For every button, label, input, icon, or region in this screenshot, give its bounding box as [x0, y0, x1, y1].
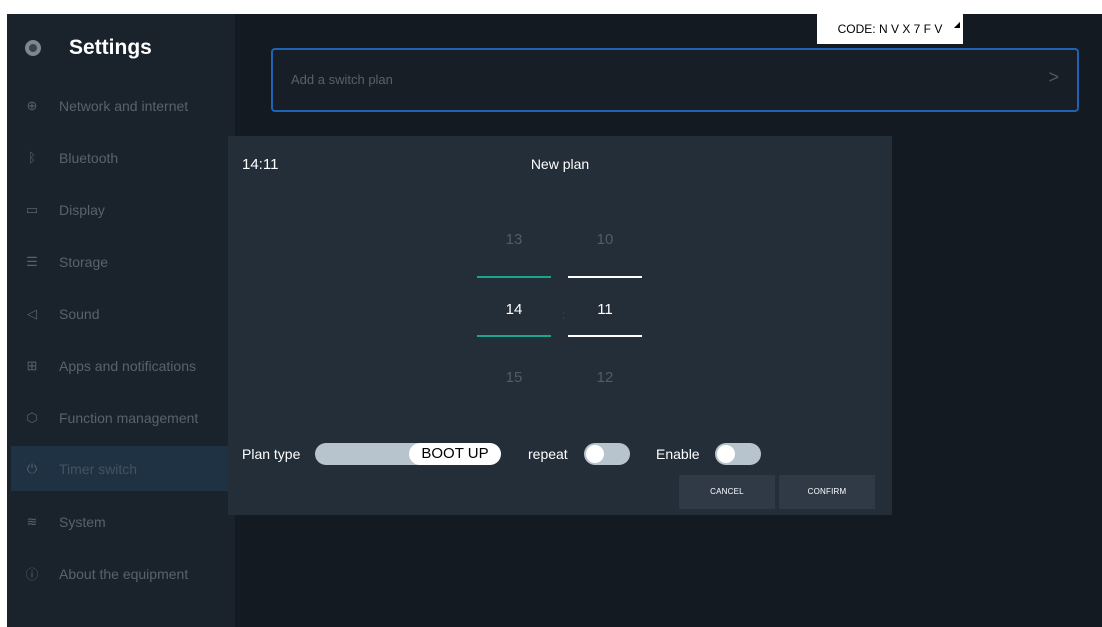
- new-plan-dialog: 14:11 New plan 13 14 15 : 10 11 12 Plan …: [228, 136, 892, 515]
- storage-icon: ☰: [26, 253, 38, 269]
- sidebar-item-network[interactable]: ⊕ Network and internet: [11, 83, 231, 128]
- apps-grid-icon: ⊞: [26, 357, 38, 373]
- code-tag: CODE: N V X 7 F V ◢: [817, 14, 963, 44]
- hour-prev[interactable]: 13: [477, 231, 551, 248]
- sidebar-item-label: Function management: [59, 409, 199, 426]
- speaker-icon: ◁: [27, 305, 37, 321]
- minute-top-divider: [568, 276, 642, 278]
- sidebar-item-label: Bluetooth: [59, 149, 119, 166]
- settings-screen: Settings ⊕ Network and internet ᛒ Blueto…: [7, 14, 1102, 627]
- sidebar-item-system[interactable]: ≋ System: [11, 499, 231, 544]
- monitor-icon: ▭: [25, 201, 39, 217]
- dialog-title: New plan: [530, 156, 590, 172]
- enable-toggle[interactable]: [715, 443, 761, 465]
- plan-type-label: Plan type: [242, 446, 301, 462]
- confirm-button[interactable]: CONFIRM: [779, 475, 875, 509]
- corner-triangle-icon: ◢: [953, 20, 960, 29]
- cube-icon: ⬡: [26, 409, 38, 425]
- enable-toggle-knob: [717, 445, 735, 463]
- sidebar-item-storage[interactable]: ☰ Storage: [11, 239, 231, 284]
- sidebar: Settings ⊕ Network and internet ᛒ Blueto…: [7, 14, 235, 627]
- plan-type-selected[interactable]: BOOT UP: [409, 443, 501, 465]
- sidebar-item-label: Sound: [59, 305, 100, 322]
- repeat-toggle[interactable]: [584, 443, 630, 465]
- sidebar-item-label: Display: [59, 201, 105, 218]
- time-separator: :: [562, 308, 566, 322]
- power-icon: ⏻: [26, 460, 38, 476]
- sidebar-item-timer-switch[interactable]: ⏻ Timer switch: [11, 446, 231, 491]
- hour-next[interactable]: 15: [477, 369, 551, 386]
- sidebar-item-label: Timer switch: [59, 460, 138, 477]
- hour-bottom-divider: [477, 335, 551, 337]
- info-icon: ⓘ: [25, 567, 39, 582]
- chevron-right-icon: >: [1048, 67, 1059, 87]
- sidebar-item-label: About the equipment: [59, 565, 189, 582]
- minute-next[interactable]: 12: [568, 369, 642, 386]
- hour-top-divider: [477, 276, 551, 278]
- sidebar-item-apps[interactable]: ⊞ Apps and notifications: [11, 343, 231, 388]
- sidebar-header: Settings: [25, 36, 152, 60]
- repeat-label: repeat: [528, 446, 568, 462]
- sidebar-item-label: Apps and notifications: [59, 357, 196, 374]
- sidebar-item-sound[interactable]: ◁ Sound: [11, 291, 231, 336]
- minute-bottom-divider: [568, 335, 642, 337]
- minute-prev[interactable]: 10: [568, 231, 642, 248]
- add-plan-label: Add a switch plan: [291, 72, 393, 87]
- cancel-button[interactable]: CANCEL: [679, 475, 775, 509]
- sliders-icon: ≋: [26, 513, 38, 529]
- sidebar-item-about[interactable]: ⓘ About the equipment: [11, 551, 231, 596]
- sidebar-item-display[interactable]: ▭ Display: [11, 187, 231, 232]
- sidebar-item-bluetooth[interactable]: ᛒ Bluetooth: [11, 135, 231, 180]
- sidebar-item-label: Storage: [59, 253, 109, 270]
- code-text: CODE: N V X 7 F V: [837, 22, 943, 36]
- sidebar-item-label: Network and internet: [59, 97, 189, 114]
- sidebar-item-label: System: [59, 513, 106, 530]
- repeat-toggle-knob: [586, 445, 604, 463]
- plan-type-selector[interactable]: BOOT UP: [315, 443, 501, 465]
- bluetooth-icon: ᛒ: [28, 150, 36, 165]
- enable-label: Enable: [656, 446, 700, 462]
- settings-gear-icon: [25, 40, 41, 56]
- hour-current[interactable]: 14: [477, 301, 551, 318]
- globe-icon: ⊕: [26, 97, 38, 113]
- minute-current[interactable]: 11: [568, 301, 642, 318]
- sidebar-title: Settings: [69, 36, 152, 59]
- add-switch-plan-button[interactable]: Add a switch plan >: [271, 48, 1079, 112]
- sidebar-item-function[interactable]: ⬡ Function management: [11, 395, 231, 440]
